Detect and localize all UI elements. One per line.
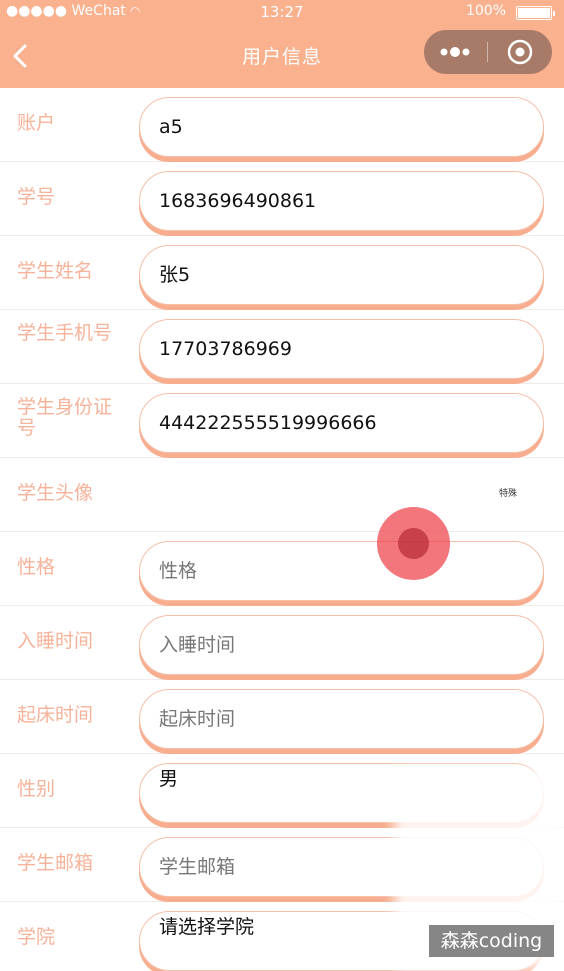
student-phone-label: 学生手机号 <box>17 322 113 344</box>
close-miniprogram-icon[interactable] <box>488 30 552 74</box>
account-input[interactable]: a5 <box>139 97 544 157</box>
student-id-card-input[interactable]: 444222555519996666 <box>139 393 544 453</box>
avatar[interactable]: 特殊 <box>499 486 517 499</box>
form-row-student-avatar: 学生头像 特殊 <box>0 458 564 532</box>
mini-program-capsule <box>424 30 552 74</box>
form-row-account: 账户 a5 <box>0 88 564 162</box>
battery-percent: 100% <box>465 3 506 19</box>
college-label: 学院 <box>17 926 56 948</box>
battery-icon <box>516 6 555 20</box>
student-name-input[interactable]: 张5 <box>139 245 544 305</box>
form-row-sleep-time: 入睡时间 入睡时间 <box>0 606 564 680</box>
personality-input[interactable]: 性格 <box>139 541 544 601</box>
sleep-time-input[interactable]: 入睡时间 <box>139 615 544 675</box>
student-id-input[interactable]: 1683696490861 <box>139 171 544 231</box>
form-row-wake-time: 起床时间 起床时间 <box>0 680 564 754</box>
form-row-student-id: 学号 1683696490861 <box>0 162 564 236</box>
form-row-student-id-card: 学生身份证号 444222555519996666 <box>0 384 564 458</box>
student-id-label: 学号 <box>17 186 56 208</box>
student-phone-input[interactable]: 17703786969 <box>139 319 544 379</box>
personality-label: 性格 <box>17 556 56 578</box>
nav-bar: 用户信息 <box>0 24 564 88</box>
student-avatar-label: 学生头像 <box>17 482 94 504</box>
student-email-label: 学生邮箱 <box>17 852 94 874</box>
wake-time-input[interactable]: 起床时间 <box>139 689 544 749</box>
account-label: 账户 <box>17 112 56 134</box>
sleep-time-label: 入睡时间 <box>17 630 94 652</box>
form-row-student-name: 学生姓名 张5 <box>0 236 564 310</box>
more-icon[interactable] <box>424 30 487 74</box>
touch-indicator <box>377 507 450 580</box>
form-row-personality: 性格 性格 <box>0 532 564 606</box>
status-bar: ●●●●● WeChat ◠ 13:27 100% <box>0 0 564 24</box>
student-id-card-label: 学生身份证号 <box>17 396 113 439</box>
watermark: 森森coding <box>429 925 554 957</box>
student-name-label: 学生姓名 <box>17 260 94 282</box>
wake-time-label: 起床时间 <box>17 704 94 726</box>
gender-label: 性别 <box>17 778 56 800</box>
form-row-student-phone: 学生手机号 17703786969 <box>0 310 564 384</box>
